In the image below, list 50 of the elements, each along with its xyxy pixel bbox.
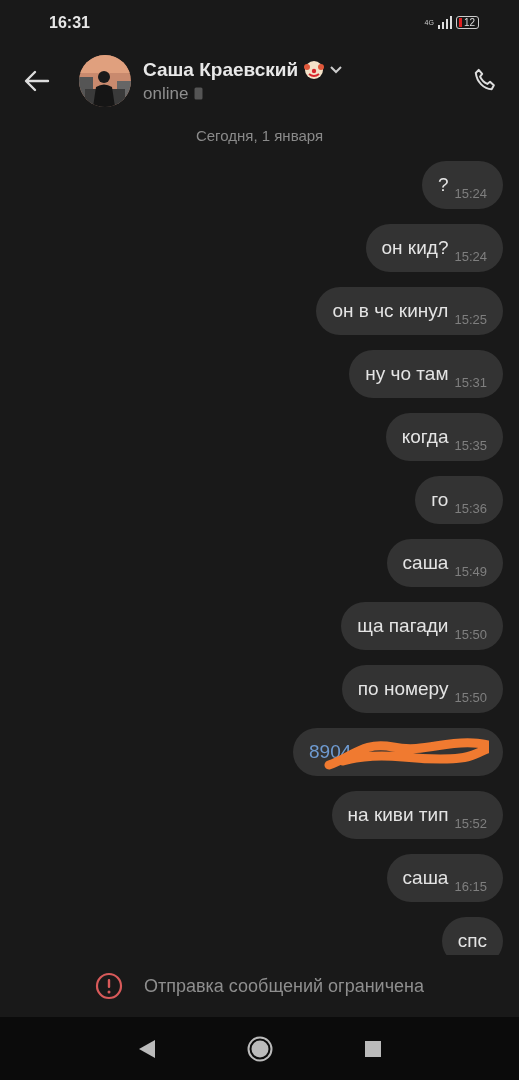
message-time: 15:31 — [454, 375, 487, 390]
message-bubble[interactable]: спс — [441, 917, 503, 955]
message-bubble[interactable]: саша 15:49 — [386, 539, 503, 587]
message-bubble[interactable]: саша 16:15 — [386, 854, 503, 902]
message-text: спс — [457, 930, 487, 952]
message-bubble[interactable]: ? 15:24 — [421, 161, 503, 209]
message-text: ну чо там — [365, 363, 449, 385]
recents-nav-icon[interactable] — [364, 1040, 381, 1057]
contact-name[interactable]: Саша Краевский — [143, 58, 299, 81]
message-text: по номеру — [357, 678, 449, 700]
message-time: 15:24 — [454, 249, 487, 264]
message-time: 16:15 — [454, 879, 487, 894]
back-icon[interactable] — [24, 70, 50, 92]
restriction-notice: Отправка сообщений ограничена — [144, 975, 424, 997]
message-time: 15:36 — [454, 501, 487, 516]
message-bubble[interactable]: на киви тип 15:52 — [331, 791, 503, 839]
message-text: он в чс кинул — [332, 300, 449, 322]
message-text: го — [431, 489, 449, 511]
message-text: саша — [402, 552, 449, 574]
battery-indicator: 12 — [455, 16, 479, 29]
message-bubble[interactable]: он кид? 15:24 — [365, 224, 503, 272]
message-time: 15:25 — [454, 312, 487, 327]
message-text: саша — [402, 867, 449, 889]
message-time: 15:35 — [454, 438, 487, 453]
warning-icon — [95, 972, 123, 1000]
message-bubble[interactable]: го 15:36 — [415, 476, 503, 524]
message-time: 15:50 — [454, 627, 487, 642]
message-text: когда — [401, 426, 449, 448]
message-time: 15:24 — [454, 186, 487, 201]
emoji-icon — [304, 59, 325, 80]
message-text: ща пагади — [357, 615, 449, 637]
signal-icon — [437, 16, 452, 29]
status-time: 16:31 — [49, 13, 90, 32]
message-bubble[interactable]: ща пагади 15:50 — [341, 602, 503, 650]
message-time: 15:49 — [454, 564, 487, 579]
presence-status: online — [143, 83, 189, 104]
date-divider: Сегодня, 1 января — [194, 126, 325, 146]
message-text: ? — [437, 174, 449, 196]
message-bubble[interactable]: когда 15:35 — [385, 413, 503, 461]
message-time: 15:50 — [454, 690, 487, 705]
message-bubble[interactable]: он в чс кинул 15:25 — [316, 287, 503, 335]
chevron-down-icon[interactable] — [330, 65, 343, 74]
message-text: на киви тип — [347, 804, 449, 826]
message-text: он кид? — [381, 237, 449, 259]
message-bubble[interactable]: по номеру 15:50 — [341, 665, 503, 713]
message-bubble[interactable]: ну чо там 15:31 — [349, 350, 503, 398]
message-time: 15:52 — [454, 816, 487, 831]
back-nav-icon[interactable] — [138, 1039, 155, 1058]
home-nav-icon[interactable] — [246, 1035, 273, 1062]
phone-device-icon — [194, 87, 204, 100]
